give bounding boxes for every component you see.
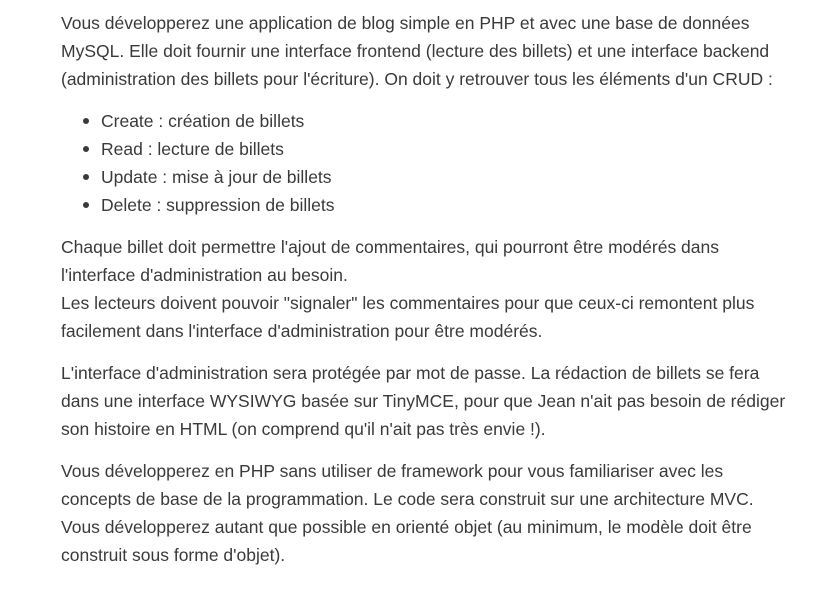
- crud-list: Create : création de billets Read : lect…: [61, 107, 787, 219]
- list-item: Delete : suppression de billets: [83, 191, 787, 219]
- comments-paragraph: Chaque billet doit permettre l'ajout de …: [61, 237, 720, 285]
- bullet-icon: [83, 174, 89, 180]
- list-item: Read : lecture de billets: [83, 135, 787, 163]
- document-page: Vous développerez une application de blo…: [0, 0, 827, 608]
- bullet-icon: [83, 118, 89, 124]
- list-item: Update : mise à jour de billets: [83, 163, 787, 191]
- admin-paragraph: L'interface d'administration sera protég…: [61, 363, 786, 439]
- php-paragraph: Vous développerez en PHP sans utiliser d…: [61, 461, 754, 565]
- intro-paragraph: Vous développerez une application de blo…: [61, 13, 773, 89]
- list-item-text: Delete : suppression de billets: [101, 195, 335, 215]
- list-item-text: Read : lecture de billets: [101, 139, 284, 159]
- list-item-text: Update : mise à jour de billets: [101, 167, 332, 187]
- list-item-text: Create : création de billets: [101, 111, 305, 131]
- list-item: Create : création de billets: [83, 107, 787, 135]
- bullet-icon: [83, 202, 89, 208]
- report-paragraph: Les lecteurs doivent pouvoir "signaler" …: [61, 293, 755, 341]
- bullet-icon: [83, 146, 89, 152]
